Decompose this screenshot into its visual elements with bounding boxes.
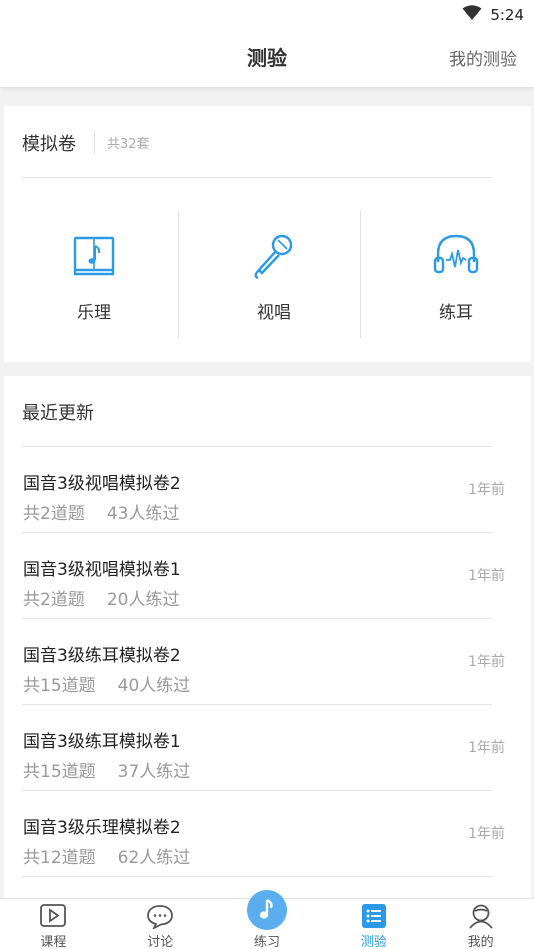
mock-test-section: 模拟卷 共32套 乐理 视唱 练耳	[4, 106, 531, 362]
item-time: 1年前	[468, 654, 505, 670]
tab-courses[interactable]: 课程	[0, 899, 107, 949]
headphones-icon	[433, 234, 479, 274]
item-time: 1年前	[468, 740, 505, 756]
chat-bubble-icon	[147, 905, 174, 929]
music-book-icon	[73, 236, 115, 276]
recent-updates-section: 最近更新 国音3级视唱模拟卷2 共2道题 43人练过 1年前 国音3级视唱模拟卷1…	[4, 376, 531, 898]
list-item[interactable]: 国音3级练耳模拟卷2 共15道题 40人练过 1年前	[4, 619, 531, 705]
video-play-icon	[40, 904, 67, 927]
category-ear-training[interactable]: 练耳	[366, 210, 534, 338]
item-name: 国音3级视唱模拟卷1	[23, 560, 181, 580]
tab-mine[interactable]: 我的	[427, 899, 534, 949]
status-time: 5:24	[490, 6, 524, 24]
item-meta: 共15道题 37人练过	[23, 757, 190, 782]
practice-center-button[interactable]	[247, 890, 287, 930]
category-music-theory[interactable]: 乐理	[4, 210, 184, 338]
item-practiced: 20人练过	[106, 590, 180, 610]
item-questions: 共15道题	[23, 762, 96, 782]
item-practiced: 40人练过	[117, 676, 191, 696]
status-bar: 5:24	[0, 0, 534, 28]
item-meta: 共15道题 40人练过	[23, 671, 190, 696]
user-icon	[468, 904, 493, 929]
tab-label: 练习	[253, 935, 280, 949]
item-name: 国音3级乐理模拟卷2	[23, 818, 181, 838]
app-header: 测验 我的测验	[0, 28, 534, 88]
item-time: 1年前	[468, 826, 505, 842]
list-item[interactable]: 国音3级视唱模拟卷1 共2道题 20人练过 1年前	[4, 533, 531, 619]
item-questions: 共12道题	[23, 848, 96, 868]
item-name: 国音3级练耳模拟卷1	[23, 732, 181, 752]
item-name: 国音3级视唱模拟卷2	[23, 474, 181, 494]
category-divider	[360, 210, 361, 338]
list-icon	[361, 904, 386, 928]
row-divider	[22, 876, 492, 877]
list-item[interactable]: 国音3级练耳模拟卷1 共15道题 37人练过 1年前	[4, 705, 531, 791]
tab-quiz[interactable]: 测验	[320, 899, 427, 949]
item-questions: 共2道题	[23, 504, 85, 524]
category-sight-singing[interactable]: 视唱	[184, 210, 364, 338]
wifi-icon	[462, 5, 482, 20]
item-questions: 共15道题	[23, 676, 96, 696]
item-practiced: 62人练过	[117, 848, 191, 868]
item-practiced: 43人练过	[106, 504, 180, 524]
tab-label: 测验	[360, 935, 387, 949]
my-tests-link[interactable]: 我的测验	[449, 45, 517, 70]
tab-label: 讨论	[147, 935, 174, 949]
tab-label: 课程	[40, 935, 67, 949]
mock-count: 共32套	[107, 137, 150, 152]
category-label: 乐理	[77, 303, 111, 323]
microphone-icon	[254, 234, 293, 280]
list-item[interactable]: 国音3级视唱模拟卷2 共2道题 43人练过 1年前	[4, 447, 531, 533]
tab-label: 我的	[467, 935, 494, 949]
item-meta: 共2道题 43人练过	[23, 499, 179, 524]
item-practiced: 37人练过	[117, 762, 191, 782]
section-title-mock: 模拟卷	[22, 134, 76, 155]
music-note-icon	[259, 899, 273, 919]
category-label: 视唱	[257, 303, 291, 323]
category-label: 练耳	[439, 303, 473, 323]
category-divider	[178, 210, 179, 338]
item-meta: 共12道题 62人练过	[23, 843, 190, 868]
title-separator	[94, 130, 95, 154]
tab-discussion[interactable]: 讨论	[107, 899, 214, 949]
list-item[interactable]: 国音3级乐理模拟卷2 共12道题 62人练过 1年前	[4, 791, 531, 877]
divider	[22, 177, 492, 178]
item-time: 1年前	[468, 568, 505, 584]
section-title-recent: 最近更新	[22, 403, 94, 424]
item-questions: 共2道题	[23, 590, 85, 610]
item-name: 国音3级练耳模拟卷2	[23, 646, 181, 666]
item-time: 1年前	[468, 482, 505, 498]
recent-list: 国音3级视唱模拟卷2 共2道题 43人练过 1年前 国音3级视唱模拟卷1 共2道题…	[4, 447, 531, 877]
item-meta: 共2道题 20人练过	[23, 585, 179, 610]
